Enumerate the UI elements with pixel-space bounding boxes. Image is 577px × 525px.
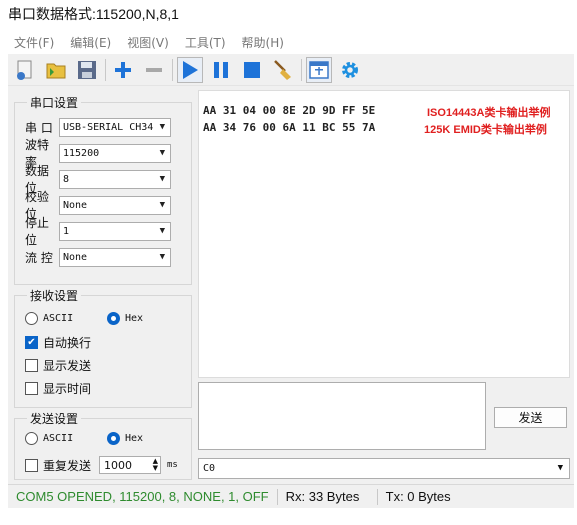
menu-edit[interactable]: 编辑(E) (70, 34, 111, 51)
menu-file[interactable]: 文件(F) (14, 34, 54, 51)
rx-line-2: AA 34 76 00 6A 11 BC 55 7A (203, 121, 376, 134)
radio-on-icon (107, 432, 120, 445)
serial-tool-window: 文件(F) 编辑(E) 视图(V) 工具(T) 帮助(H) 串口设置 串 口 U… (8, 30, 574, 508)
history-value: C0 (203, 463, 216, 474)
checkbox-empty-icon (25, 359, 38, 372)
tx-ascii-radio[interactable]: ASCII (25, 432, 73, 445)
repeat-send-label: 重复发送 (43, 458, 92, 473)
chevron-down-icon: ▼ (159, 173, 165, 184)
rx-count: Rx: 33 Bytes (278, 488, 378, 505)
chevron-down-icon: ▼ (159, 225, 165, 236)
port-select[interactable]: USB-SERIAL CH34 ▼ (59, 117, 171, 137)
flowcontrol-label: 流 控 (25, 250, 53, 265)
flowcontrol-row: 流 控 None ▼ (15, 247, 171, 267)
flowcontrol-select[interactable]: None ▼ (59, 247, 171, 267)
rx-note-1: ISO14443A类卡输出举例 (427, 107, 551, 119)
rx-ascii-radio[interactable]: ASCII (25, 312, 73, 325)
databits-select[interactable]: 8 ▼ (59, 169, 171, 189)
pause-icon[interactable] (208, 57, 234, 83)
tx-hex-label: Hex (125, 433, 144, 444)
status-bar: COM5 OPENED, 115200, 8, NONE, 1, OFF Rx:… (8, 484, 574, 508)
checkbox-empty-icon (25, 458, 38, 472)
rx-hex-label: Hex (125, 313, 144, 324)
show-time-label: 显示时间 (43, 382, 92, 396)
broom-icon[interactable] (270, 57, 296, 83)
toolbar-divider (172, 58, 173, 81)
chevron-down-icon: ▼ (159, 121, 165, 132)
flowcontrol-value: None (63, 251, 88, 263)
port-status: COM5 OPENED, 115200, 8, NONE, 1, OFF (8, 488, 278, 505)
radio-on-icon (107, 312, 120, 325)
parity-value: None (63, 199, 88, 211)
baud-row: 波特率 115200 ▼ (15, 138, 171, 169)
rx-hex-radio[interactable]: Hex (107, 312, 143, 325)
baud-select[interactable]: 115200 ▼ (59, 143, 171, 163)
checkbox-empty-icon (25, 382, 38, 395)
parity-select[interactable]: None ▼ (59, 195, 171, 215)
chevron-down-icon: ▼ (159, 251, 165, 262)
send-input[interactable] (198, 382, 486, 450)
send-settings-title: 发送设置 (27, 410, 82, 427)
receive-settings-title: 接收设置 (27, 287, 82, 304)
port-row: 串 口 USB-SERIAL CH34 ▼ (15, 117, 171, 137)
history-combo[interactable]: C0 ▼ (198, 458, 570, 479)
menu-bar: 文件(F) 编辑(E) 视图(V) 工具(T) 帮助(H) (8, 30, 574, 54)
auto-newline-label: 自动换行 (43, 336, 92, 350)
show-send-label: 显示发送 (43, 359, 92, 373)
spinner-arrows-icon[interactable]: ▲ ▼ (153, 458, 158, 472)
stopbits-select[interactable]: 1 ▼ (59, 221, 171, 241)
page-caption: 串口数据格式:115200,N,8,1 (8, 6, 179, 22)
minus-icon[interactable] (141, 57, 167, 83)
menu-tools[interactable]: 工具(T) (185, 34, 226, 51)
databits-value: 8 (63, 173, 70, 185)
rx-ascii-label: ASCII (43, 313, 74, 324)
interval-value: 1000 (104, 458, 133, 472)
chevron-down-icon: ▼ (159, 199, 165, 210)
parity-row: 校验位 None ▼ (15, 190, 171, 221)
window-icon[interactable] (306, 56, 332, 83)
chevron-down-icon: ▼ (557, 463, 563, 473)
stopbits-label: 停止位 (25, 216, 50, 247)
menu-help[interactable]: 帮助(H) (242, 34, 284, 51)
receive-display[interactable]: AA 31 04 00 8E 2D 9D FF 5E ISO14443A类卡输出… (198, 90, 570, 378)
serial-settings-title: 串口设置 (27, 94, 82, 111)
save-icon[interactable] (74, 57, 100, 83)
rx-note-2: 125K EMID类卡输出举例 (424, 124, 547, 136)
tx-count: Tx: 0 Bytes (385, 489, 451, 504)
radio-off-icon (25, 432, 38, 445)
show-send-checkbox[interactable]: 显示发送 (25, 357, 91, 374)
send-settings-group: 发送设置 ASCII Hex 重复发送 1000 ▲ ▼ ms (14, 410, 192, 480)
checkmark-icon: ✔ (25, 336, 38, 349)
auto-newline-checkbox[interactable]: ✔ 自动换行 (25, 334, 91, 351)
show-time-checkbox[interactable]: 显示时间 (25, 380, 91, 397)
interval-unit: ms (167, 460, 178, 470)
gear-icon[interactable] (337, 57, 363, 83)
port-label: 串 口 (25, 120, 53, 135)
tx-hex-radio[interactable]: Hex (107, 432, 143, 445)
play-icon[interactable] (177, 56, 203, 83)
open-file-icon[interactable] (43, 57, 69, 83)
rx-line-1: AA 31 04 00 8E 2D 9D FF 5E (203, 104, 376, 117)
receive-settings-group: 接收设置 ASCII Hex ✔ 自动换行 显示发送 显示时间 (14, 287, 192, 408)
toolbar-divider (105, 58, 106, 81)
toolbar-divider (301, 58, 302, 81)
left-settings-panel: 串口设置 串 口 USB-SERIAL CH34 ▼ 波特率 115200 ▼ 数据… (10, 90, 196, 480)
send-button[interactable]: 发送 (494, 407, 567, 428)
toolbar (8, 54, 574, 86)
baud-value: 115200 (63, 147, 100, 159)
interval-stepper[interactable]: 1000 ▲ ▼ (99, 456, 162, 474)
port-value: USB-SERIAL CH34 (63, 121, 154, 133)
tx-ascii-label: ASCII (43, 433, 74, 444)
serial-settings-group: 串口设置 串 口 USB-SERIAL CH34 ▼ 波特率 115200 ▼ 数据… (14, 94, 192, 285)
databits-row: 数据位 8 ▼ (15, 164, 171, 195)
stop-icon[interactable] (239, 57, 265, 83)
menu-view[interactable]: 视图(V) (127, 34, 169, 51)
new-file-icon[interactable] (12, 57, 38, 83)
stopbits-value: 1 (63, 225, 70, 237)
chevron-down-icon: ▼ (159, 147, 165, 158)
stopbits-row: 停止位 1 ▼ (15, 216, 171, 247)
radio-off-icon (25, 312, 38, 325)
plus-icon[interactable] (110, 57, 136, 83)
repeat-send-checkbox[interactable]: 重复发送 1000 ▲ ▼ ms (25, 456, 178, 474)
